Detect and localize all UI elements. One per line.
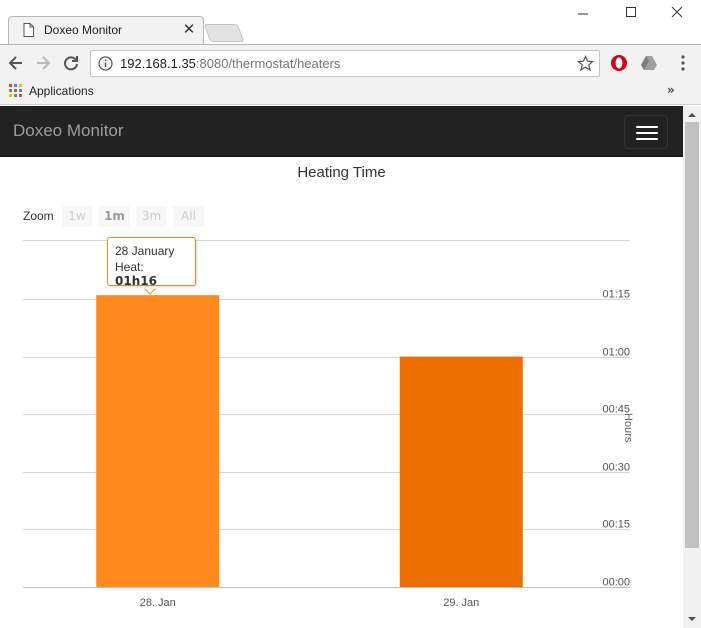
tooltip-value-line: Heat: 01h16 xyxy=(115,260,188,288)
y-tick-label: 00:00 xyxy=(602,577,630,589)
menu-dots-icon[interactable] xyxy=(674,54,692,72)
hamburger-bar xyxy=(636,126,658,128)
bookmark-applications[interactable]: Applications xyxy=(29,84,94,98)
info-icon[interactable] xyxy=(98,56,113,71)
chart-title: Heating Time xyxy=(297,164,386,181)
close-window-icon[interactable] xyxy=(667,2,687,22)
address-bar[interactable]: 192.168.1.35:8080/thermostat/heaters xyxy=(90,50,600,77)
brand-title[interactable]: Doxeo Monitor xyxy=(13,121,124,141)
x-tick-label: 28. Jan xyxy=(140,597,176,609)
tab-title: Doxeo Monitor xyxy=(44,23,123,37)
y-tick-label: 00:15 xyxy=(602,519,630,531)
page-scrollbar[interactable] xyxy=(683,106,701,628)
apps-grid-icon[interactable] xyxy=(9,84,23,98)
zoom-1m-button[interactable]: 1m xyxy=(99,206,130,227)
bar[interactable] xyxy=(96,295,220,587)
bookmark-star-icon[interactable] xyxy=(577,55,594,72)
hamburger-bar xyxy=(636,138,658,140)
opera-extension-icon[interactable] xyxy=(610,54,628,72)
x-tick-label: 29. Jan xyxy=(443,597,479,609)
minimize-icon[interactable] xyxy=(573,2,593,22)
document-icon xyxy=(23,23,34,37)
app-navbar: Doxeo Monitor xyxy=(0,106,683,157)
hamburger-bar xyxy=(636,132,658,134)
zoom-all-button[interactable]: All xyxy=(173,206,204,227)
y-tick-label: 01:15 xyxy=(602,289,630,301)
tooltip-label: Heat: xyxy=(115,260,144,274)
back-arrow-icon[interactable] xyxy=(6,53,26,73)
new-tab-button[interactable] xyxy=(203,24,245,42)
drive-extension-icon[interactable] xyxy=(640,54,658,72)
bookmarks-overflow-button[interactable]: » xyxy=(667,83,675,97)
browser-tab[interactable]: Doxeo Monitor ✕ xyxy=(8,16,204,45)
y-axis-title: Hours xyxy=(622,413,634,443)
heating-time-chart: 00:0000:1500:3000:4501:0001:1528. Jan 29.… xyxy=(23,240,630,609)
scroll-down-arrow-icon[interactable] xyxy=(683,612,701,626)
scroll-thumb[interactable] xyxy=(685,122,699,548)
tooltip-value: 01h16 xyxy=(115,274,157,288)
zoom-3m-button[interactable]: 3m xyxy=(136,206,167,227)
tab-close-icon[interactable]: ✕ xyxy=(181,20,197,38)
reload-icon[interactable] xyxy=(61,53,81,73)
browser-tabstrip: Doxeo Monitor ✕ xyxy=(0,0,701,45)
y-tick-label: 00:30 xyxy=(602,462,630,474)
forward-arrow-icon[interactable] xyxy=(33,53,53,73)
tooltip-date: 28 January xyxy=(115,244,175,258)
zoom-1w-button[interactable]: 1w xyxy=(62,206,92,227)
menu-toggle-button[interactable] xyxy=(624,115,668,149)
browser-toolbar: 192.168.1.35:8080/thermostat/heaters xyxy=(0,44,701,80)
y-tick-label: 01:00 xyxy=(602,347,630,359)
bookmarks-bar: Applications » xyxy=(0,80,701,105)
chart-tooltip: 28 January Heat: 01h16 xyxy=(107,237,196,288)
bar[interactable] xyxy=(399,356,523,587)
zoom-label: Zoom xyxy=(23,209,54,223)
url-text: 192.168.1.35:8080/thermostat/heaters xyxy=(120,56,341,71)
scroll-up-arrow-icon[interactable] xyxy=(683,108,701,122)
maximize-icon[interactable] xyxy=(621,2,641,22)
